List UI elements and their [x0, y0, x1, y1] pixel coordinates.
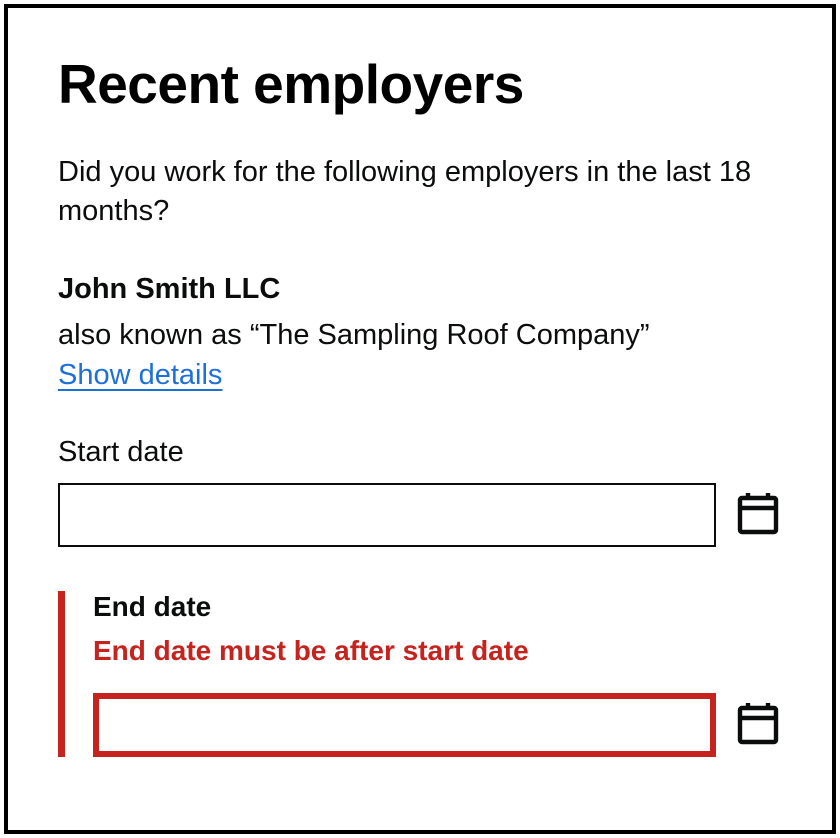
start-date-label: Start date — [58, 436, 782, 469]
end-date-label: End date — [93, 591, 782, 623]
page-title: Recent employers — [58, 54, 782, 115]
employer-name: John Smith LLC — [58, 273, 782, 306]
start-date-input[interactable] — [58, 483, 716, 547]
intro-text: Did you work for the following employers… — [58, 153, 782, 231]
start-date-group: Start date — [58, 436, 782, 547]
employer-block: John Smith LLC also known as “The Sampli… — [58, 273, 782, 436]
end-date-group: End date End date must be after start da… — [58, 591, 782, 757]
show-details-link[interactable]: Show details — [58, 359, 222, 392]
calendar-icon[interactable] — [734, 488, 782, 541]
end-date-input[interactable] — [93, 693, 716, 757]
calendar-icon[interactable] — [734, 698, 782, 751]
end-date-error: End date must be after start date — [93, 635, 782, 667]
employer-aka: also known as “The Sampling Roof Company… — [58, 316, 782, 355]
